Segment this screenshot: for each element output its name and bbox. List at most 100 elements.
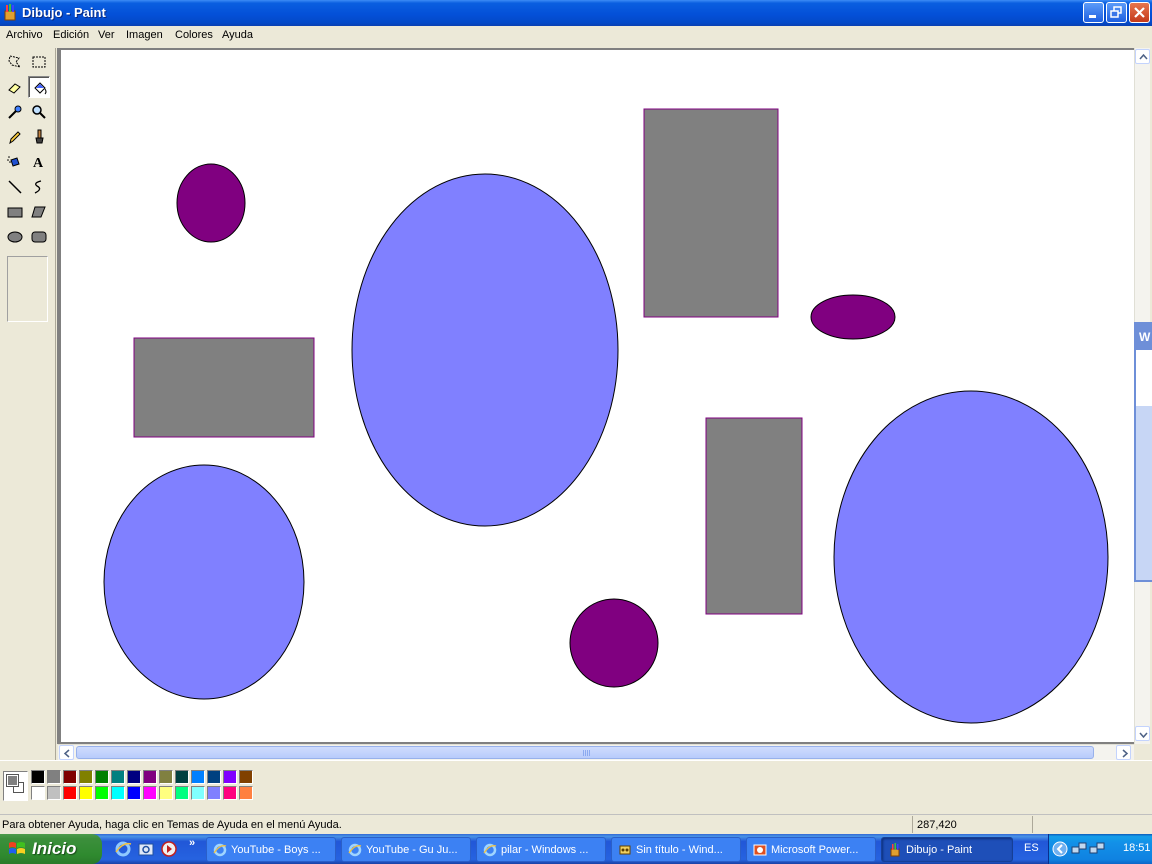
quick-launch-media-icon[interactable] <box>160 840 178 858</box>
palette-swatch[interactable] <box>63 786 77 800</box>
palette-swatch[interactable] <box>223 770 237 784</box>
task-label: Sin título - Wind... <box>636 844 723 856</box>
restore-button[interactable] <box>1106 2 1127 23</box>
palette-swatch[interactable] <box>31 786 45 800</box>
tool-eraser[interactable] <box>4 76 26 98</box>
palette-swatch[interactable] <box>111 786 125 800</box>
tool-options-box[interactable] <box>7 256 48 322</box>
ie-icon <box>348 843 362 857</box>
tool-rounded-rect[interactable] <box>28 226 50 248</box>
gray-rectangle <box>133 337 315 438</box>
palette-swatch[interactable] <box>159 770 173 784</box>
blue-ellipse <box>351 173 619 527</box>
clock[interactable]: 18:51 <box>1123 842 1151 854</box>
palette-swatch[interactable] <box>79 786 93 800</box>
pencil-icon <box>9 131 21 145</box>
tool-magnifier[interactable] <box>28 101 50 123</box>
tool-brush[interactable] <box>28 126 50 148</box>
movie-maker-icon <box>619 845 631 855</box>
purple-ellipse <box>176 163 246 243</box>
palette-swatch[interactable] <box>127 786 141 800</box>
tool-pencil[interactable] <box>4 126 26 148</box>
taskbar-task[interactable]: pilar - Windows ... <box>476 837 606 862</box>
quick-launch-ie-icon[interactable] <box>114 840 132 858</box>
minimize-button[interactable] <box>1083 2 1104 23</box>
task-label: YouTube - Gu Ju... <box>366 844 458 856</box>
scroll-up-button[interactable] <box>1135 49 1150 64</box>
current-colors[interactable] <box>3 771 28 801</box>
palette-swatch[interactable] <box>159 786 173 800</box>
paint-app-icon[interactable] <box>3 4 17 21</box>
purple-ellipse <box>569 598 659 688</box>
palette-swatch[interactable] <box>95 770 109 784</box>
palette-swatch[interactable] <box>143 770 157 784</box>
menu-imagen[interactable]: Imagen <box>126 29 163 41</box>
palette-swatch[interactable] <box>175 770 189 784</box>
close-button[interactable] <box>1129 2 1150 23</box>
palette-swatch[interactable] <box>223 786 237 800</box>
menu-edicion[interactable]: Edición <box>53 29 89 41</box>
horizontal-scroll-thumb[interactable] <box>76 746 1094 759</box>
tool-rect-select[interactable] <box>28 51 50 73</box>
palette-swatch[interactable] <box>191 770 205 784</box>
tray-expand-icon[interactable] <box>1052 841 1068 857</box>
palette-swatch[interactable] <box>239 770 253 784</box>
menu-ver[interactable]: Ver <box>98 29 115 41</box>
palette-swatch[interactable] <box>207 786 221 800</box>
fill-bucket-icon <box>34 82 47 95</box>
taskbar-task[interactable]: YouTube - Boys ... <box>206 837 336 862</box>
chevron-left-icon <box>63 749 70 758</box>
quick-launch-more[interactable]: » <box>189 837 195 849</box>
restore-icon <box>1110 6 1122 18</box>
task-label: pilar - Windows ... <box>501 844 589 856</box>
network-icon[interactable] <box>1071 841 1087 857</box>
blue-ellipse <box>833 390 1109 724</box>
drawing-canvas[interactable] <box>61 50 1134 742</box>
palette-swatch[interactable] <box>79 770 93 784</box>
tool-fill[interactable] <box>28 76 50 98</box>
palette-swatch[interactable] <box>111 770 125 784</box>
palette-swatch[interactable] <box>143 786 157 800</box>
scroll-right-button[interactable] <box>1116 745 1131 760</box>
taskbar-task[interactable]: Microsoft Power... <box>746 837 876 862</box>
quick-launch-outlook-icon[interactable] <box>137 840 155 858</box>
start-button[interactable]: Inicio <box>0 834 102 864</box>
tool-rectangle[interactable] <box>4 201 26 223</box>
tool-text[interactable]: A <box>28 151 50 173</box>
tool-ellipse[interactable] <box>4 226 26 248</box>
scroll-left-button[interactable] <box>59 745 74 760</box>
tool-curve[interactable] <box>28 176 50 198</box>
taskbar-task[interactable]: YouTube - Gu Ju... <box>341 837 471 862</box>
language-indicator[interactable]: ES <box>1024 842 1039 854</box>
palette-swatch[interactable] <box>207 770 221 784</box>
tool-airbrush[interactable] <box>4 151 26 173</box>
menu-ayuda[interactable]: Ayuda <box>222 29 253 41</box>
palette-swatch[interactable] <box>175 786 189 800</box>
tool-line[interactable] <box>4 176 26 198</box>
palette-swatch[interactable] <box>127 770 141 784</box>
tool-color-picker[interactable] <box>4 101 26 123</box>
taskbar-task-active[interactable]: Dibujo - Paint <box>881 837 1013 862</box>
palette-swatch[interactable] <box>47 770 61 784</box>
brush-icon <box>35 129 44 144</box>
palette-swatch[interactable] <box>191 786 205 800</box>
menu-colores[interactable]: Colores <box>175 29 213 41</box>
palette-swatch[interactable] <box>95 786 109 800</box>
task-label: YouTube - Boys ... <box>231 844 321 856</box>
tool-polygon[interactable] <box>28 201 50 223</box>
window-title: Dibujo - Paint <box>22 5 106 20</box>
side-panel-widget[interactable]: W <box>1134 322 1152 582</box>
menu-archivo[interactable]: Archivo <box>6 29 43 41</box>
start-label: Inicio <box>32 839 77 858</box>
taskbar-task[interactable]: Sin título - Wind... <box>611 837 741 862</box>
palette-swatch[interactable] <box>239 786 253 800</box>
polygon-icon <box>31 206 46 218</box>
palette-swatch[interactable] <box>63 770 77 784</box>
horizontal-scrollbar[interactable] <box>58 744 1134 760</box>
palette-swatch[interactable] <box>47 786 61 800</box>
task-label: Microsoft Power... <box>771 844 859 856</box>
palette-swatch[interactable] <box>31 770 45 784</box>
scroll-down-button[interactable] <box>1135 726 1150 741</box>
network-icon[interactable] <box>1089 841 1105 857</box>
tool-free-form-select[interactable] <box>4 51 26 73</box>
